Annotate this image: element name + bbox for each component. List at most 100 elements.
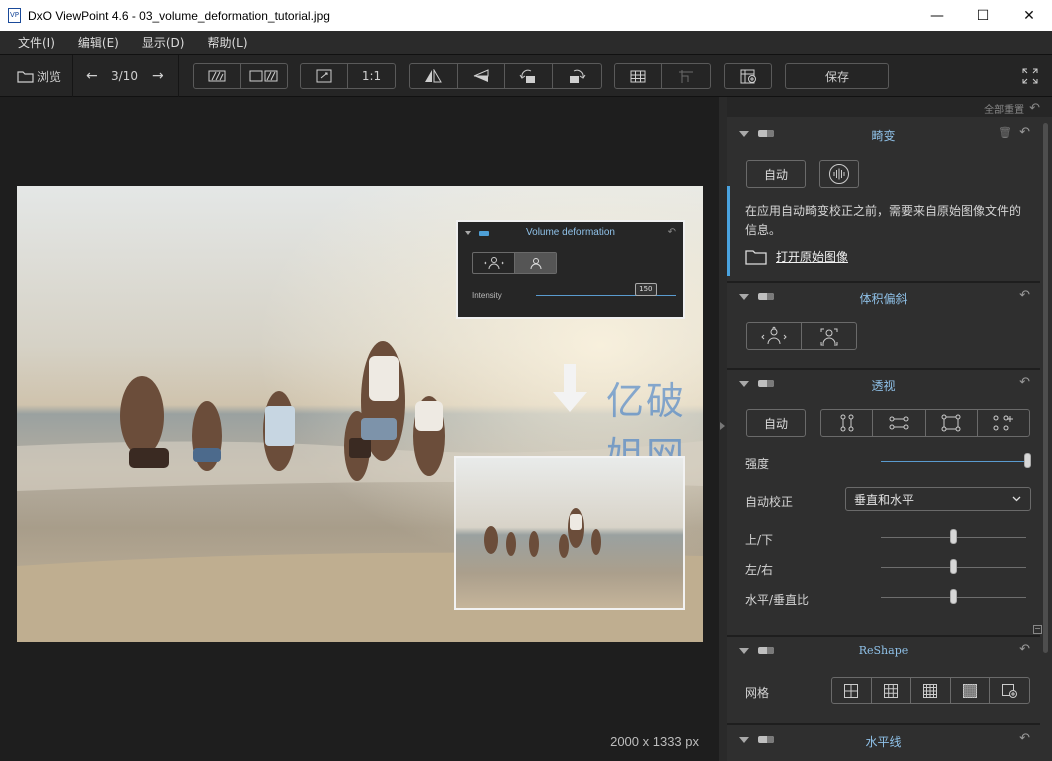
export-button[interactable] [724,63,772,89]
volume-header[interactable]: 体积偏斜 ↶ [727,283,1040,311]
fullscreen-button[interactable] [1022,63,1038,89]
beach-result-image [456,458,683,608]
ratio-thumb[interactable] [949,589,957,604]
distortion-auto-detect-button[interactable] [819,160,859,188]
perspective-vertical-button[interactable] [821,410,874,436]
prev-image-button[interactable]: ← [86,63,98,89]
reshape-title: ReShape [858,644,909,657]
rectangle-points-icon [941,414,961,432]
leftright-label: 左/右 [745,563,774,577]
updown-label: 上/下 [745,533,774,547]
inset-intensity-value: 150 [634,283,657,296]
perspective-auto-button[interactable]: 自动 [746,409,806,437]
menu-help[interactable]: 帮助(L) [193,34,256,51]
zoom-group: 1:1 [300,63,396,89]
grid-4x4-button[interactable] [911,678,951,703]
grid-label: 网格 [745,686,770,700]
leftright-thumb[interactable] [949,559,957,574]
grid-3x3-button[interactable] [872,678,912,703]
menu-edit[interactable]: 编辑(E) [64,34,128,51]
updown-thumb[interactable] [949,529,957,544]
volume-undo-icon[interactable]: ↶ [1019,288,1030,303]
next-image-button[interactable]: → [152,63,164,89]
arrow-right-icon: → [152,68,164,84]
vertical-lines-icon [840,414,854,432]
distortion-header[interactable]: 畸变 🗑 ↶ [727,120,1040,148]
compare-mode-group [193,63,288,89]
app-logo-icon: VP [8,8,21,23]
menu-bar: 文件(I) 编辑(E) 显示(D) 帮助(L) [0,31,1052,55]
distortion-undo-icon[interactable]: ↶ [1019,125,1030,140]
image-counter: 3/10 [111,69,138,83]
rotate-left-button[interactable] [505,64,553,88]
person-cylinder-icon [483,257,504,270]
inset-volume-panel: Volume deformation ↶ Intensity 150 [456,220,685,319]
minimize-button[interactable]: — [914,0,960,31]
flip-horizontal-button[interactable] [410,64,458,88]
image-viewer[interactable]: 2000 x 1333 px 亿破姐网站 [0,97,719,761]
perspective-title: 透视 [871,379,896,393]
fit-screen-button[interactable] [301,64,349,88]
scroll-collapse-icon[interactable]: − [1033,625,1042,634]
reshape-undo-icon[interactable]: ↶ [1019,642,1030,657]
trash-icon[interactable]: 🗑 [998,126,1012,139]
perspective-rectangle-button[interactable] [926,410,978,436]
save-button[interactable]: 保存 [785,63,889,89]
perspective-header[interactable]: 透视 ↶ [727,370,1040,398]
reshape-header[interactable]: ReShape ↶ [727,637,1040,665]
grid-dense-button[interactable] [951,678,991,703]
distortion-info-line2: 信息。 [745,223,782,237]
distortion-info: 在应用自动畸变校正之前，需要来自原始图像文件的 信息。 [745,202,1021,240]
perspective-undo-icon[interactable]: ↶ [1019,375,1030,390]
close-button[interactable]: ✕ [1006,0,1052,31]
volume-spherical-button[interactable] [802,323,856,349]
guides-icon [679,70,693,83]
menu-file[interactable]: 文件(I) [0,34,64,51]
flip-vertical-button[interactable] [458,64,505,88]
inset-mode-group [472,252,557,274]
perspective-intensity-thumb[interactable] [1024,453,1031,468]
maximize-button[interactable]: ☐ [960,0,1006,31]
zoom-1to1-button[interactable]: 1:1 [348,64,395,88]
grid-4x4-icon [923,683,938,698]
menu-view[interactable]: 显示(D) [128,34,194,51]
fullscreen-icon [1022,68,1038,84]
perspective-intensity-label: 强度 [745,457,770,471]
rotate-right-button[interactable] [553,64,601,88]
grid-custom-button[interactable] [990,678,1029,703]
panel-splitter[interactable] [719,97,727,761]
before-after-icon [208,70,226,82]
distortion-auto-button[interactable]: 自动 [746,160,806,188]
autocorrect-select[interactable]: 垂直和水平 [845,487,1031,511]
perspective-mode-group [820,409,1030,437]
horizon-header[interactable]: 水平线 ↶ [727,726,1040,754]
rotate-left-icon [519,69,536,83]
eight-point-icon [993,415,1014,431]
split-view-button[interactable] [241,64,288,88]
autocorrect-label: 自动校正 [745,495,794,509]
maximize-icon: ☐ [976,7,990,24]
perspective-horizontal-button[interactable] [873,410,926,436]
open-original-label: 打开原始图像 [776,250,849,264]
grid-overlay-button[interactable] [615,64,663,88]
grid-2x2-button[interactable] [832,678,872,703]
inset-mode-cylinder [473,253,515,273]
correction-panel: 全部重置 ↶ 畸变 🗑 ↶ 自动 在应用自动畸变校正之前，需要来自原始图像文件的… [727,97,1052,761]
section-divider [727,723,1040,725]
inset-intensity-label: Intensity [472,291,502,300]
perspective-intensity-track[interactable] [881,461,1028,462]
fit-screen-icon [316,69,332,83]
horizon-undo-icon[interactable]: ↶ [1019,731,1030,746]
panel-scrollbar[interactable] [1043,123,1048,653]
volume-cylindrical-button[interactable] [747,323,802,349]
minimize-icon: — [930,7,944,24]
distortion-title: 畸变 [871,129,896,143]
open-original-link[interactable]: 打开原始图像 [745,248,848,265]
before-after-button[interactable] [194,64,241,88]
flip-vertical-icon [473,69,489,82]
perspective-8point-button[interactable] [978,410,1029,436]
browse-button[interactable]: 浏览 [17,63,61,89]
grid-group [614,63,711,89]
reset-all-button[interactable]: 全部重置 ↶ [984,99,1040,117]
guides-button[interactable] [662,64,710,88]
